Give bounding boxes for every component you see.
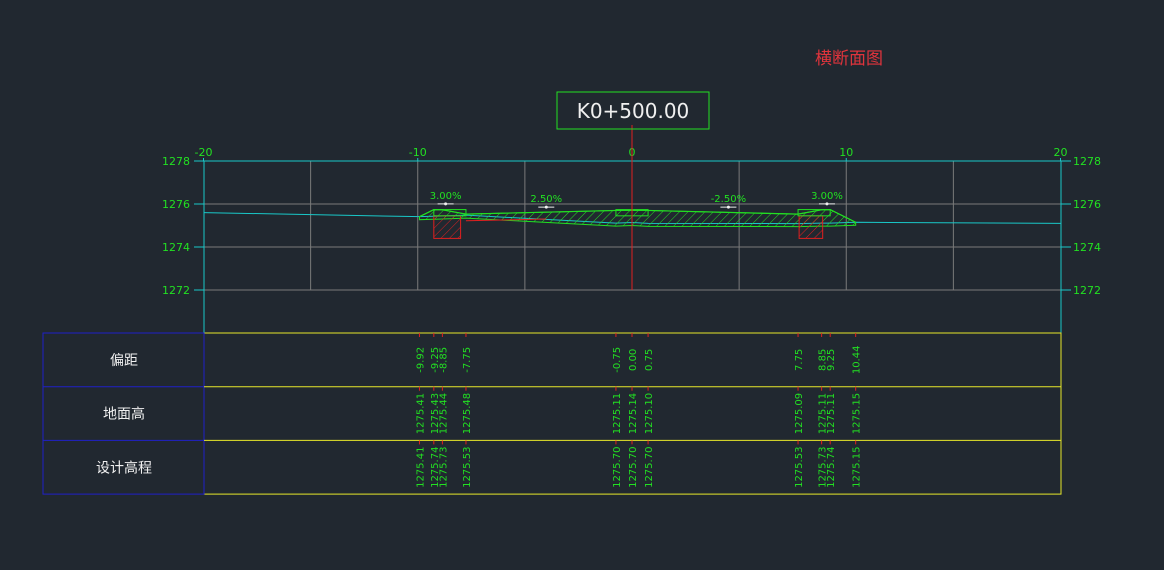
ditch bbox=[433, 215, 462, 239]
y-tick-label-right: 1272 bbox=[1073, 284, 1101, 297]
y-tick-label-left: 1276 bbox=[162, 198, 190, 211]
table-value: 1275.44 bbox=[438, 393, 449, 434]
ditch bbox=[798, 215, 824, 239]
slope-arrow-dot bbox=[726, 205, 730, 209]
x-tick-label: 20 bbox=[1054, 146, 1068, 159]
table-value: 1275.48 bbox=[462, 393, 473, 434]
table-value: 1275.70 bbox=[628, 447, 639, 488]
table-value: 1275.14 bbox=[628, 393, 639, 434]
table-value: 1275.11 bbox=[612, 393, 623, 434]
embankment-fill bbox=[418, 209, 857, 228]
slope-label: 2.50% bbox=[530, 194, 562, 205]
table-value: 1275.70 bbox=[644, 447, 655, 488]
table-value: -8.85 bbox=[438, 347, 449, 373]
table-value: 1275.41 bbox=[415, 393, 426, 434]
table-value: 1275.70 bbox=[612, 447, 623, 488]
table-value: 1275.15 bbox=[852, 447, 863, 488]
table-value: 0.00 bbox=[628, 349, 639, 371]
table-value: 1275.41 bbox=[415, 447, 426, 488]
cross-section-drawing: -20-100102012781278127612761274127412721… bbox=[42, 91, 1101, 495]
y-tick-label-left: 1272 bbox=[162, 284, 190, 297]
data-table: 偏距 -9.92 -9.25-8.85 -7.75 -0.75 0.00 0.75 7.75 8… bbox=[42, 332, 1062, 495]
table-value: 1275.53 bbox=[794, 447, 805, 488]
table-value: -0.75 bbox=[612, 347, 623, 373]
slope-label: 3.00% bbox=[430, 191, 462, 202]
table-value: 9.25 bbox=[826, 349, 837, 371]
table-value: 1275.74 bbox=[826, 447, 837, 488]
station-label: K0+500.00 bbox=[577, 99, 690, 123]
slope-arrow-dot bbox=[544, 205, 548, 209]
table-row-label: 设计高程 bbox=[96, 459, 152, 476]
slope-arrow-dot bbox=[825, 202, 829, 206]
table-value: 1275.11 bbox=[826, 393, 837, 434]
x-tick-label: -20 bbox=[195, 146, 213, 159]
table-value: -9.92 bbox=[415, 347, 426, 373]
y-tick-label-right: 1278 bbox=[1073, 155, 1101, 168]
table-row-label: 地面高 bbox=[103, 406, 145, 423]
table-value: 7.75 bbox=[794, 349, 805, 371]
y-tick-label-left: 1278 bbox=[162, 155, 190, 168]
y-tick-label-right: 1276 bbox=[1073, 198, 1101, 211]
slope-arrow-dot bbox=[444, 202, 448, 206]
slope-label: 3.00% bbox=[811, 191, 843, 202]
y-tick-label-left: 1274 bbox=[162, 241, 190, 254]
x-tick-label: 10 bbox=[839, 146, 853, 159]
table-value: -7.75 bbox=[462, 347, 473, 373]
table-value: 1275.10 bbox=[644, 393, 655, 434]
table-value: 1275.53 bbox=[462, 447, 473, 488]
table-row-label: 偏距 bbox=[110, 353, 138, 369]
x-tick-label: -10 bbox=[409, 146, 427, 159]
y-tick-label-right: 1274 bbox=[1073, 241, 1101, 254]
table-value: 1275.73 bbox=[438, 447, 449, 488]
table-value: 1275.09 bbox=[794, 393, 805, 434]
slope-label: -2.50% bbox=[711, 194, 746, 205]
table-value: 10.44 bbox=[852, 346, 863, 375]
table-value: 1275.15 bbox=[852, 393, 863, 434]
table-value: 0.75 bbox=[644, 349, 655, 371]
